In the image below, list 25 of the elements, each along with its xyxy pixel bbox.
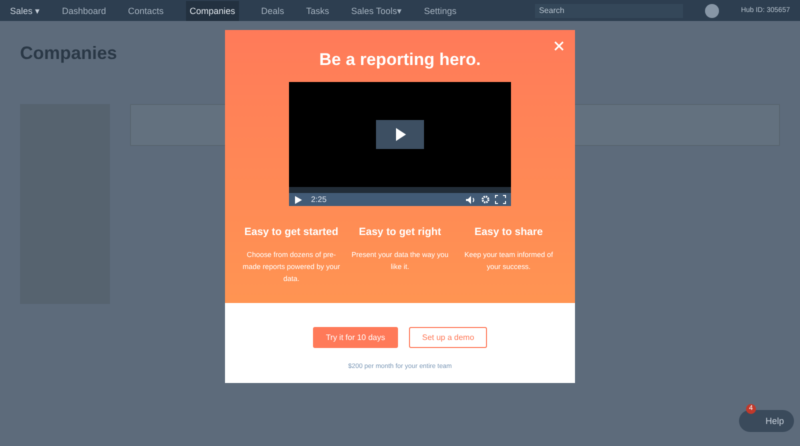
nav-item[interactable]: Companies <box>186 0 240 20</box>
nav-item[interactable]: Settings <box>424 6 457 16</box>
sales-menu[interactable]: Sales ▾ <box>10 6 40 16</box>
feature-title: Easy to share <box>474 226 544 238</box>
play-button[interactable] <box>376 120 424 149</box>
dialog-title: Be a reporting hero. <box>319 50 481 70</box>
nav-item[interactable]: Sales Tools▾ <box>351 6 402 16</box>
nav-item[interactable]: Contacts <box>128 6 164 16</box>
avatar-icon[interactable] <box>704 4 719 18</box>
settings-icon[interactable] <box>481 195 490 204</box>
close-icon[interactable] <box>554 41 564 51</box>
nav-item[interactable]: Tasks <box>306 6 330 16</box>
nav-item[interactable]: Deals <box>261 6 284 16</box>
nav-item[interactable]: Dashboard <box>62 6 106 16</box>
help-button[interactable]: Help <box>739 410 794 432</box>
trial-button[interactable]: Try it for 10 days <box>312 327 398 348</box>
feature-title: Easy to get started <box>243 226 340 238</box>
volume-icon[interactable] <box>466 196 476 204</box>
video-player[interactable]: 2:25 <box>289 82 511 206</box>
demo-button[interactable]: Set up a demo <box>409 327 488 348</box>
search-field[interactable]: Search <box>534 4 683 18</box>
feature-title: Easy to get right <box>358 226 442 238</box>
fullscreen-icon[interactable] <box>495 195 506 204</box>
video-time: 2:25 <box>311 195 327 204</box>
play-icon[interactable] <box>294 196 302 204</box>
